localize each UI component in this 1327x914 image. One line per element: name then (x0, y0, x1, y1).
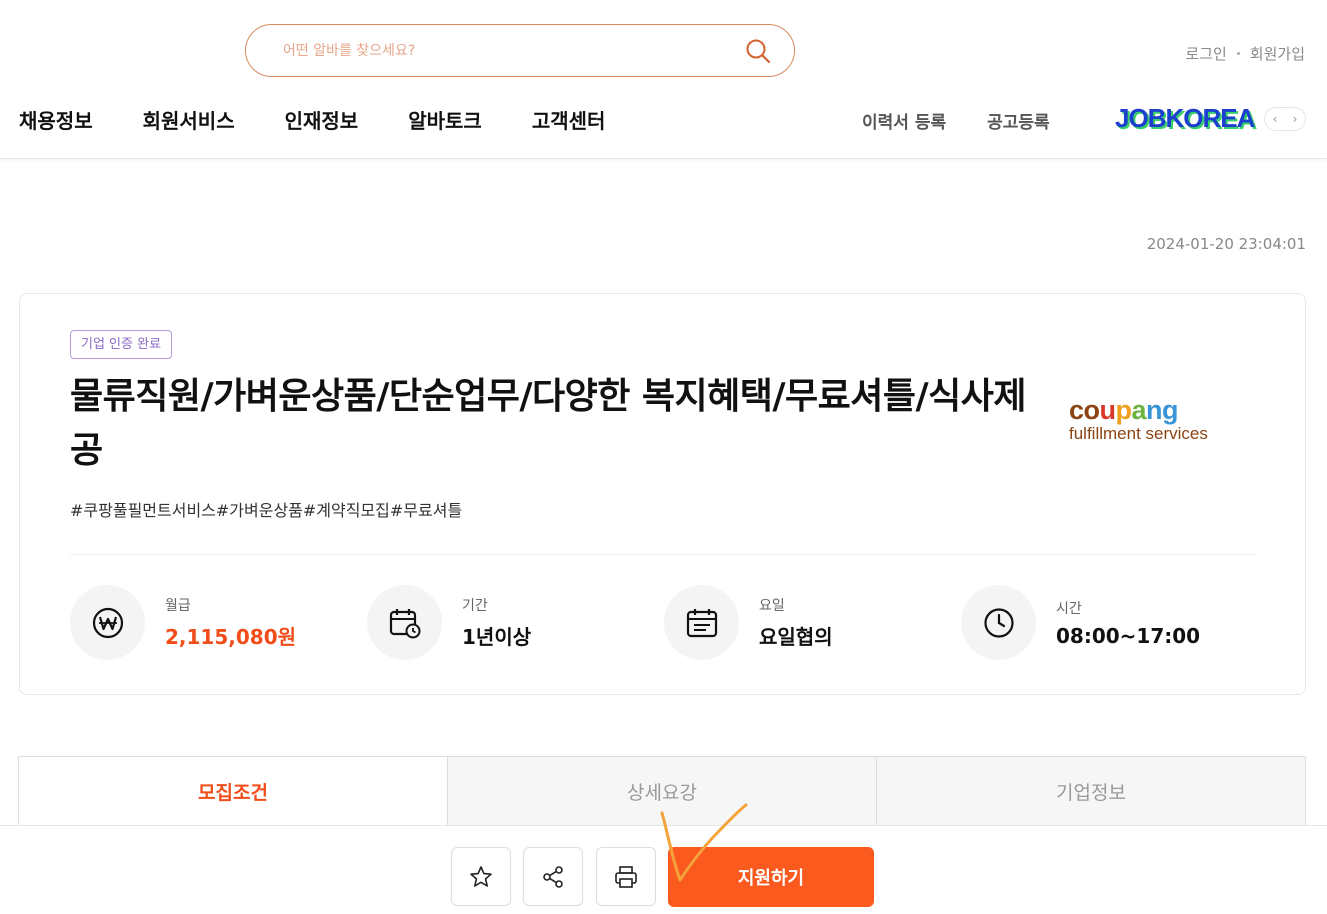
share-icon (543, 865, 563, 888)
star-icon (470, 865, 492, 887)
jobkorea-logo[interactable]: JOBKOREA (1115, 103, 1255, 134)
bottom-action-bar: 지원하기 (0, 825, 1327, 914)
verified-badge: 기업 인증 완료 (70, 330, 173, 359)
info-label: 기간 (462, 598, 488, 614)
company-logo-sub: fulfillment services (1069, 424, 1208, 443)
apply-button[interactable]: 지원하기 (668, 847, 874, 907)
nav-item-member-services[interactable]: 회원서비스 (143, 105, 235, 134)
share-button[interactable] (523, 847, 583, 906)
tab-company-info[interactable]: 기업정보 (876, 756, 1306, 826)
hours-value: 08:00~17:00 (1056, 623, 1201, 648)
search-icon[interactable] (744, 37, 772, 65)
chevron-right-icon[interactable]: › (1293, 112, 1298, 126)
print-button[interactable] (596, 847, 656, 906)
header: 로그인 회원가입 채용정보 회원서비스 인재정보 알바토크 고객센터 이력서 등… (0, 0, 1327, 159)
info-label: 월급 (165, 598, 191, 614)
main-nav: 채용정보 회원서비스 인재정보 알바토크 고객센터 (19, 105, 655, 134)
calendar-clock-icon (367, 585, 442, 660)
resume-register-link[interactable]: 이력서 등록 (862, 108, 946, 133)
divider (70, 554, 1255, 555)
post-job-link[interactable]: 공고등록 (987, 108, 1050, 133)
job-title: 물류직원/가벼운상품/단순업무/다양한 복지혜택/무료셔틀/식사제공 (70, 376, 1027, 471)
tab-recruit-conditions[interactable]: 모집조건 (18, 756, 448, 826)
nav-item-jobs[interactable]: 채용정보 (19, 105, 93, 134)
detail-tabs: 모집조건 상세요강 기업정보 (18, 756, 1306, 826)
salary-value: 2,115,080원 (165, 625, 297, 649)
scrap-button[interactable] (451, 847, 511, 906)
info-salary: 월급 2,115,080원 (70, 585, 367, 660)
nav-item-customer-center[interactable]: 고객센터 (532, 105, 606, 134)
calendar-icon (664, 585, 739, 660)
won-icon (70, 585, 145, 660)
job-info-row: 월급 2,115,080원 기간 1년이상 요일 요일협의 시간 08:00~1… (70, 585, 1260, 660)
search-input[interactable] (283, 42, 723, 59)
job-tags: #쿠팡풀필먼트서비스#가벼운상품#계약직모집#무료셔틀 (70, 501, 463, 520)
chevron-left-icon[interactable]: ‹ (1273, 112, 1278, 126)
info-hours: 시간 08:00~17:00 (961, 585, 1258, 660)
info-days: 요일 요일협의 (664, 585, 961, 660)
nav-right: 이력서 등록 공고등록 (862, 108, 1050, 133)
print-icon (615, 865, 637, 888)
nav-item-albatalk[interactable]: 알바토크 (408, 105, 482, 134)
job-summary-card: 기업 인증 완료 물류직원/가벼운상품/단순업무/다양한 복지혜택/무료셔틀/식… (19, 293, 1306, 695)
tab-details[interactable]: 상세요강 (447, 756, 877, 826)
separator-dot (1236, 52, 1240, 55)
clock-icon (961, 585, 1036, 660)
nav-item-talent[interactable]: 인재정보 (285, 105, 359, 134)
company-logo: coupang fulfillment services (1069, 395, 1208, 444)
login-link[interactable]: 로그인 (1185, 43, 1226, 64)
period-value: 1년이상 (462, 625, 532, 649)
posted-datetime: 2024-01-20 23:04:01 (1146, 235, 1306, 253)
info-label: 시간 (1056, 600, 1082, 617)
company-logo-brand: coupang (1069, 395, 1179, 425)
days-value: 요일협의 (759, 625, 833, 649)
info-label: 요일 (759, 598, 785, 614)
banner-arrows: ‹ › (1264, 107, 1306, 131)
info-period: 기간 1년이상 (367, 585, 664, 660)
signup-link[interactable]: 회원가입 (1250, 43, 1305, 64)
search-bar[interactable] (245, 24, 795, 77)
auth-links: 로그인 회원가입 (1185, 43, 1305, 64)
